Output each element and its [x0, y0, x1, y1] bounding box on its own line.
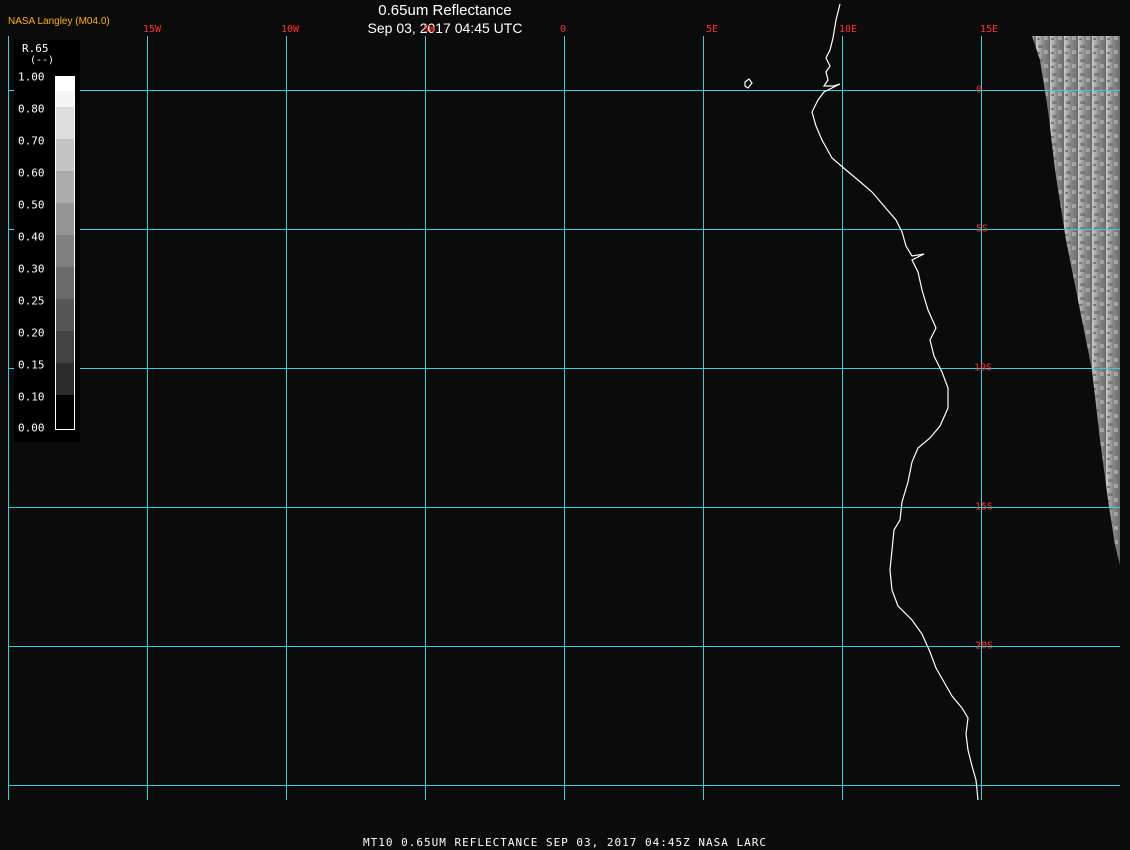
lon-label-0: 0 — [559, 24, 567, 35]
legend-tick: 1.00 — [18, 70, 45, 84]
legend-tick: 0.40 — [18, 230, 45, 244]
legend-tick: 0.70 — [18, 134, 45, 148]
lon-label-5w: 5W — [422, 24, 436, 35]
lon-label-15e: 15E — [979, 24, 999, 35]
lat-label-10s: 10S — [974, 362, 993, 374]
island-outline — [744, 78, 753, 89]
colorbar-scale — [55, 76, 75, 430]
legend-tick: 0.20 — [18, 326, 45, 340]
legend-tick: 0.50 — [18, 198, 45, 212]
footer-caption: MT10 0.65UM REFLECTANCE SEP 03, 2017 04:… — [363, 836, 767, 849]
map-canvas — [0, 3, 1130, 850]
legend-tick: 0.00 — [18, 421, 45, 435]
image-timestamp: Sep 03, 2017 04:45 UTC — [367, 20, 523, 36]
lon-label-15w: 15W — [142, 24, 162, 35]
lat-label-15s: 15S — [975, 501, 994, 513]
legend-tick: 0.15 — [18, 358, 45, 372]
lon-label-10e: 10E — [838, 24, 858, 35]
legend-tick: 0.80 — [18, 102, 45, 116]
lat-label-5s: 5S — [976, 223, 989, 235]
legend-tick: 0.30 — [18, 262, 45, 276]
legend-tick: 0.10 — [18, 390, 45, 404]
lon-label-10w: 10W — [280, 24, 300, 35]
image-title: 0.65um Reflectance — [378, 2, 512, 19]
lat-label-20s: 20S — [975, 640, 994, 652]
lon-label-5e: 5E — [705, 24, 719, 35]
land-imagery — [1032, 36, 1120, 565]
coastline — [811, 3, 979, 801]
legend-tick: 0.25 — [18, 294, 45, 308]
legend-tick: 0.60 — [18, 166, 45, 180]
lat-label-0: 0 — [976, 84, 983, 96]
